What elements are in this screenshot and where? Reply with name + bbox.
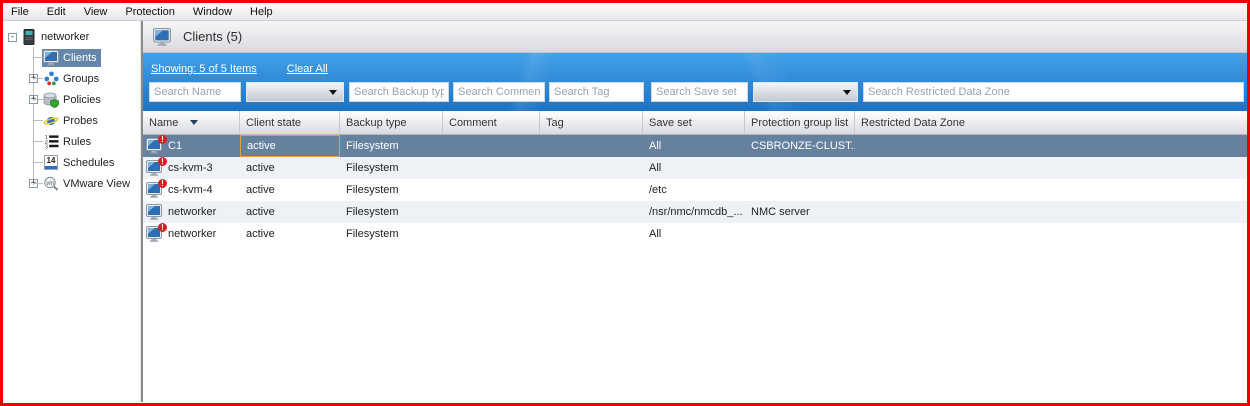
- menu-protection[interactable]: Protection: [125, 6, 175, 18]
- search-comment-input[interactable]: [453, 82, 545, 102]
- client-alert-icon: !: [146, 182, 162, 198]
- alert-badge: !: [158, 223, 167, 232]
- navigation-tree: - networker Clients +: [3, 21, 141, 402]
- menu-window[interactable]: Window: [193, 6, 232, 18]
- tree-label-clients: Clients: [63, 52, 97, 64]
- tree-label-vmware-view: VMware View: [63, 178, 130, 190]
- client-name: C1: [168, 140, 182, 152]
- alert-badge: !: [158, 179, 167, 188]
- svg-text:vm: vm: [46, 180, 54, 186]
- menu-file[interactable]: File: [11, 6, 29, 18]
- server-icon: [21, 29, 37, 45]
- tree-label-probes: Probes: [63, 115, 98, 127]
- tree-expander-networker[interactable]: -: [8, 33, 17, 42]
- client-state-filter-dropdown[interactable]: [246, 82, 344, 102]
- policies-icon: [43, 92, 59, 108]
- menu-help[interactable]: Help: [250, 6, 273, 18]
- tree-item-networker[interactable]: - networker: [3, 27, 140, 47]
- rules-icon: 123: [43, 134, 59, 150]
- tree-item-rules[interactable]: 123 Rules: [3, 131, 140, 152]
- search-restricted-data-zone-input[interactable]: [863, 82, 1244, 102]
- column-header-backup-type[interactable]: Backup type: [340, 111, 443, 134]
- tree-label-groups: Groups: [63, 73, 99, 85]
- client-name: networker: [168, 228, 216, 240]
- menu-edit[interactable]: Edit: [47, 6, 66, 18]
- panel-header: Clients (5): [143, 21, 1247, 53]
- alert-badge: !: [158, 135, 167, 144]
- table-row-networker[interactable]: ! networker active Filesystem All: [143, 223, 1247, 245]
- tree-item-clients[interactable]: Clients: [3, 47, 140, 68]
- clients-header-icon: [152, 28, 172, 46]
- table-header: Name Client state Backup type Comment Ta…: [143, 111, 1247, 135]
- menu-view[interactable]: View: [84, 6, 108, 18]
- alert-badge: !: [158, 157, 167, 166]
- client-alert-icon: !: [146, 226, 162, 242]
- page-title: Clients (5): [183, 29, 242, 44]
- column-header-save-set[interactable]: Save set: [643, 111, 745, 134]
- tree-label-networker: networker: [41, 31, 89, 43]
- table-row-c1[interactable]: ! C1 active Filesystem All CSBRONZE-CLUS…: [143, 135, 1247, 157]
- search-name-input[interactable]: [149, 82, 241, 102]
- column-header-tag[interactable]: Tag: [540, 111, 643, 134]
- tree-item-schedules[interactable]: 14 Schedules: [3, 152, 140, 173]
- protection-group-filter-dropdown[interactable]: [753, 82, 858, 102]
- client-name: networker: [168, 206, 216, 218]
- tree-label-schedules: Schedules: [63, 157, 114, 169]
- schedules-icon: 14: [43, 155, 59, 171]
- column-header-comment[interactable]: Comment: [443, 111, 540, 134]
- client-alert-icon: !: [146, 160, 162, 176]
- column-header-name[interactable]: Name: [143, 111, 240, 134]
- probes-icon: [43, 113, 59, 129]
- chevron-down-icon: [843, 90, 851, 95]
- clear-all-link[interactable]: Clear All: [287, 63, 328, 75]
- groups-icon: [43, 71, 59, 87]
- search-backup-type-input[interactable]: [349, 82, 449, 102]
- tree-expander-vmware-view[interactable]: +: [29, 179, 38, 188]
- tree-label-rules: Rules: [63, 136, 91, 148]
- filter-bar: Showing: 5 of 5 Items Clear All: [143, 53, 1247, 111]
- column-header-client-state[interactable]: Client state: [240, 111, 340, 134]
- search-tag-input[interactable]: [549, 82, 644, 102]
- client-alert-icon: !: [146, 138, 162, 154]
- tree-expander-policies[interactable]: +: [29, 95, 38, 104]
- menu-bar: File Edit View Protection Window Help: [3, 3, 1247, 21]
- tree-item-policies[interactable]: + Policies: [3, 89, 140, 110]
- table-row-networker-nmc[interactable]: networker active Filesystem /nsr/nmc/nmc…: [143, 201, 1247, 223]
- sort-descending-icon: [190, 120, 198, 125]
- monitor-icon: [43, 50, 59, 66]
- networker-console-window: File Edit View Protection Window Help - …: [0, 0, 1250, 406]
- client-icon: [146, 204, 162, 220]
- search-save-set-input[interactable]: [651, 82, 748, 102]
- svg-text:3: 3: [44, 145, 47, 149]
- tree-item-vmware-view[interactable]: + vm VMware View: [3, 173, 140, 194]
- table-row-cs-kvm-3[interactable]: ! cs-kvm-3 active Filesystem All: [143, 157, 1247, 179]
- chevron-down-icon: [329, 90, 337, 95]
- vmware-view-icon: vm: [43, 176, 59, 192]
- tree-expander-groups[interactable]: +: [29, 74, 38, 83]
- client-name: cs-kvm-4: [168, 184, 213, 196]
- column-header-protection-group-list[interactable]: Protection group list: [745, 111, 855, 134]
- clients-panel: Clients (5) Showing: 5 of 5 Items Clear …: [143, 21, 1247, 402]
- showing-items-link[interactable]: Showing: 5 of 5 Items: [151, 63, 257, 75]
- table-row-cs-kvm-4[interactable]: ! cs-kvm-4 active Filesystem /etc: [143, 179, 1247, 201]
- tree-label-policies: Policies: [63, 94, 101, 106]
- column-header-restricted-data-zone[interactable]: Restricted Data Zone: [855, 111, 1247, 134]
- tree-item-probes[interactable]: Probes: [3, 110, 140, 131]
- tree-item-groups[interactable]: + Groups: [3, 68, 140, 89]
- cell-client-state[interactable]: active: [240, 135, 340, 157]
- client-table: ! C1 active Filesystem All CSBRONZE-CLUS…: [143, 135, 1247, 245]
- client-name: cs-kvm-3: [168, 162, 213, 174]
